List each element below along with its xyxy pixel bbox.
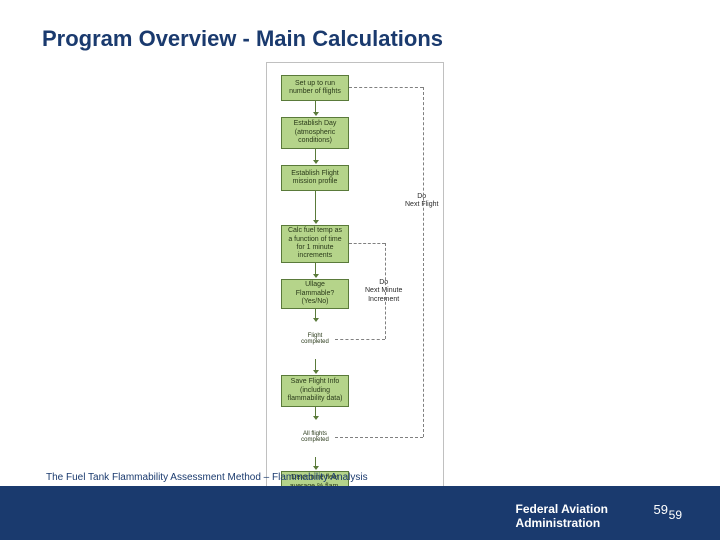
feedback-line xyxy=(385,243,386,339)
page-number-b: 59 xyxy=(669,508,682,522)
flow-box-ullage: UllageFlammable?(Yes/No) xyxy=(281,279,349,309)
arrow-icon xyxy=(315,309,316,319)
feedback-line xyxy=(335,437,423,438)
flow-box-calc: Calc fuel temp asa function of timefor 1… xyxy=(281,225,349,263)
arrow-icon xyxy=(315,101,316,113)
feedback-line xyxy=(349,243,385,244)
arrow-icon xyxy=(315,407,316,417)
page-number-a: 59 xyxy=(654,502,668,517)
arrow-icon xyxy=(315,149,316,161)
arrow-icon xyxy=(315,359,316,371)
side-label-next-minute: DoNext MinuteIncrement xyxy=(365,279,402,304)
diamond-label: All flights completed xyxy=(295,431,335,443)
arrow-icon xyxy=(315,191,316,221)
decision-all-flights: All flights completed xyxy=(295,417,335,457)
feedback-line xyxy=(349,87,423,88)
diamond-label: Flight completed xyxy=(295,333,335,345)
footer-bar: Federal Aviation Administration 59 59 xyxy=(0,486,720,540)
decision-flight-completed: Flight completed xyxy=(295,319,335,359)
flow-box-save: Save Flight Info(includingflammability d… xyxy=(281,375,349,407)
page-title: Program Overview - Main Calculations xyxy=(42,26,443,52)
flow-box-mission: Establish Flightmission profile xyxy=(281,165,349,191)
footer-agency: Federal Aviation Administration xyxy=(516,502,608,531)
arrow-icon xyxy=(315,457,316,467)
footer-agency-line1: Federal Aviation xyxy=(516,502,608,516)
side-label-next-flight: DoNext Flight xyxy=(405,193,438,210)
flow-box-setup: Set up to runnumber of flights xyxy=(281,75,349,101)
footer-agency-line2: Administration xyxy=(516,516,601,530)
arrow-icon xyxy=(315,263,316,275)
footer-subtitle: The Fuel Tank Flammability Assessment Me… xyxy=(46,472,368,483)
feedback-line xyxy=(335,339,385,340)
flow-box-day: Establish Day(atmosphericconditions) xyxy=(281,117,349,149)
flowchart-container: Set up to runnumber of flights Establish… xyxy=(266,62,444,487)
feedback-line xyxy=(423,87,424,437)
